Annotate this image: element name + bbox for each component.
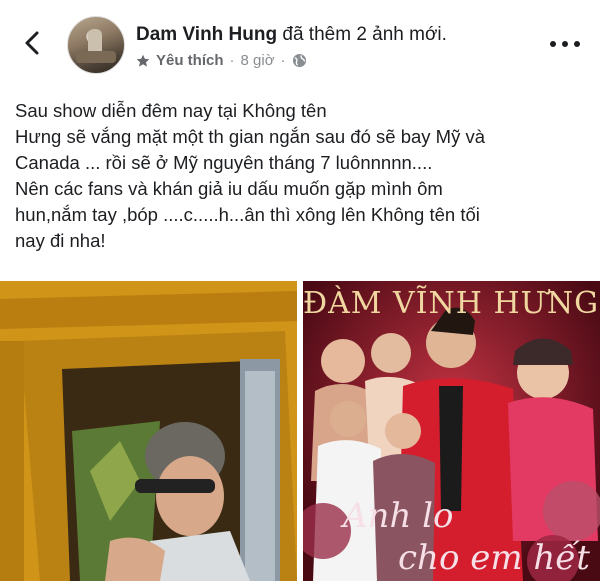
more-icon — [550, 41, 556, 47]
meta-separator: · — [229, 52, 235, 69]
post-line: Sau show diễn đêm nay tại Không tên — [15, 100, 327, 121]
poster-title: ĐÀM VĨNH HƯNG — [303, 285, 599, 321]
follow-label[interactable]: Yêu thích — [156, 52, 224, 69]
meta-separator: · — [280, 52, 286, 69]
author-name[interactable]: Dam Vinh Hung — [136, 24, 277, 45]
poster-script-line-1: Anh lo — [340, 496, 454, 536]
post-action-text: đã thêm 2 ảnh mới. — [277, 24, 447, 45]
post-header: Dam Vinh Hung đã thêm 2 ảnh mới. Yêu thí… — [0, 0, 600, 88]
post-title: Dam Vinh Hung đã thêm 2 ảnh mới. — [136, 24, 447, 46]
photo-movie-poster[interactable]: ĐÀM VĨNH HƯNG Anh lo cho em hết — [303, 281, 600, 581]
post-line: hun,nắm tay ,bóp ....c.....h...ân thì xô… — [15, 204, 480, 225]
post-line: Canada ... rồi sẽ ở Mỹ nguyên tháng 7 lu… — [15, 152, 433, 173]
more-options-button[interactable] — [550, 38, 580, 50]
post-text: Sau show diễn đêm nay tại Không tên Hưng… — [15, 98, 585, 254]
post-line: Hưng sẽ vắng mặt một th gian ngắn sau đó… — [15, 126, 486, 147]
post-time[interactable]: 8 giờ — [241, 52, 275, 69]
post-line: nay đi nha! — [15, 230, 106, 251]
star-icon — [136, 54, 150, 67]
photo-truck[interactable] — [0, 281, 297, 581]
post-line: Nên các fans và khán giả iu dấu muốn gặp… — [15, 178, 443, 199]
globe-icon — [292, 53, 306, 68]
photo-grid: ĐÀM VĨNH HƯNG Anh lo cho em hết — [0, 281, 600, 581]
post-meta: Yêu thích · 8 giờ · — [136, 52, 307, 69]
back-arrow-icon[interactable] — [20, 30, 46, 56]
poster-script-line-2: cho em hết — [398, 538, 590, 578]
avatar[interactable] — [67, 16, 125, 74]
